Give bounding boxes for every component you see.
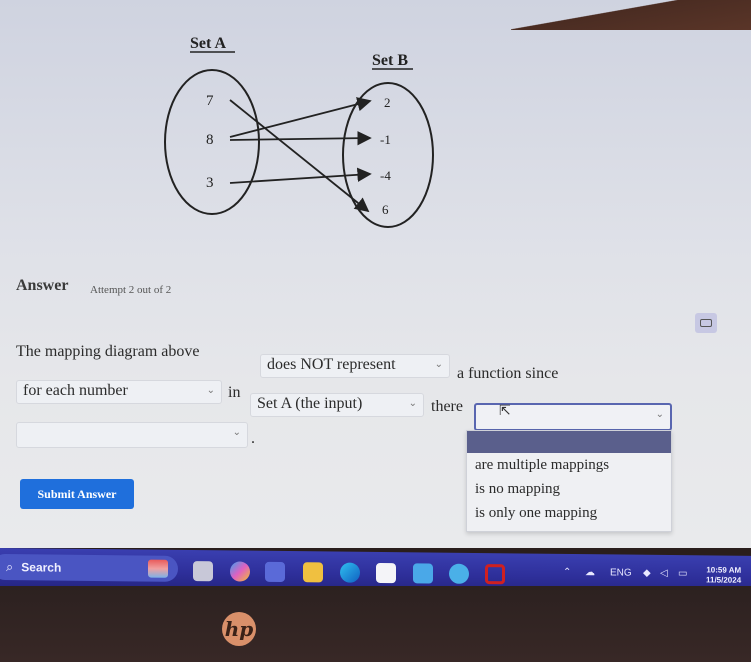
laptop-bezel — [0, 586, 751, 662]
set-a-value: 8 — [206, 132, 214, 148]
app-icon[interactable] — [413, 563, 433, 584]
chevron-down-icon: ⌄ — [206, 385, 215, 396]
hp-logo: hp — [222, 612, 256, 646]
screen: Set A Set B 7 8 3 2 -1 -4 6 Answer Attem… — [0, 0, 751, 548]
question-period: . — [251, 430, 255, 447]
clock-time: 10:59 AM — [706, 565, 742, 575]
app-icon[interactable] — [449, 563, 469, 584]
wifi-icon[interactable]: ◆ — [643, 568, 651, 579]
set-a-label: Set A — [190, 35, 226, 52]
mapping-arrow — [229, 130, 372, 146]
dropdown-option[interactable]: is no mapping — [467, 477, 671, 501]
battery-icon[interactable]: ▭ — [678, 568, 687, 579]
set-select-value: Set A (the input) — [257, 395, 363, 412]
set-a-value: 7 — [206, 93, 214, 109]
set-b-value: -1 — [380, 132, 391, 147]
question-text-2: a function since — [457, 365, 559, 382]
edge-icon[interactable] — [340, 562, 360, 583]
clock-date: 11/5/2024 — [706, 575, 742, 585]
tray-chevron-up-icon[interactable]: ⌃ — [563, 567, 571, 578]
question-text-4: there — [431, 398, 463, 415]
teams-icon[interactable] — [265, 561, 285, 582]
search-highlight-icon — [148, 559, 168, 578]
taskbar-search[interactable]: ⌕ Search — [0, 553, 178, 582]
language-indicator[interactable]: ENG — [610, 567, 632, 578]
mapping-diagram: Set A Set B 7 8 3 2 -1 -4 6 — [150, 20, 450, 240]
task-view-icon[interactable] — [193, 561, 213, 582]
submit-answer-button[interactable]: Submit Answer — [20, 479, 134, 509]
set-b-value: -4 — [380, 168, 391, 183]
dropdown-option[interactable]: is only one mapping — [467, 501, 671, 525]
search-icon: ⌕ — [6, 559, 14, 575]
mcafee-icon[interactable] — [485, 564, 505, 585]
question-text-1: The mapping diagram above — [16, 343, 200, 360]
set-b-value: 2 — [384, 95, 391, 110]
calculator-icon — [700, 319, 712, 327]
mapping-arrow — [229, 167, 372, 184]
mouse-cursor-icon: ⇱ — [499, 403, 511, 419]
set-b-label: Set B — [372, 52, 408, 69]
set-a-value: 3 — [206, 175, 214, 191]
mapping-arrow — [229, 99, 370, 213]
conclusion-select[interactable]: ⌄ — [16, 422, 248, 448]
dropdown-option[interactable]: are multiple mappings — [467, 453, 671, 477]
dropdown-option-blank[interactable] — [467, 431, 671, 453]
chevron-down-icon: ⌄ — [655, 409, 664, 420]
mapping-count-dropdown: are multiple mappings is no mapping is o… — [466, 430, 672, 532]
mapping-diagram-svg: Set A Set B 7 8 3 2 -1 -4 6 — [164, 35, 434, 228]
quantifier-select[interactable]: for each number ⌄ — [16, 380, 222, 404]
question-text-3: in — [228, 384, 241, 401]
attempt-counter: Attempt 2 out of 2 — [90, 284, 172, 296]
background-desk — [511, 0, 751, 30]
cloud-icon[interactable]: ☁ — [585, 567, 595, 578]
representation-select-value: does NOT represent — [267, 356, 396, 373]
chevron-down-icon: ⌄ — [408, 398, 417, 409]
answer-heading: Answer — [16, 277, 69, 294]
search-label: Search — [21, 560, 62, 575]
file-explorer-icon[interactable] — [303, 562, 323, 583]
copilot-icon[interactable] — [230, 561, 250, 582]
help-button[interactable] — [695, 313, 717, 333]
set-select[interactable]: Set A (the input) ⌄ — [250, 393, 424, 417]
chevron-down-icon: ⌄ — [434, 359, 443, 370]
store-icon[interactable] — [376, 562, 396, 584]
set-b-value: 6 — [382, 202, 389, 217]
taskbar-clock[interactable]: 10:59 AM 11/5/2024 — [706, 565, 741, 585]
volume-icon[interactable]: ◁ — [660, 568, 668, 579]
representation-select[interactable]: does NOT represent ⌄ — [260, 354, 450, 378]
quantifier-select-value: for each number — [23, 382, 128, 399]
chevron-down-icon: ⌄ — [232, 427, 241, 438]
